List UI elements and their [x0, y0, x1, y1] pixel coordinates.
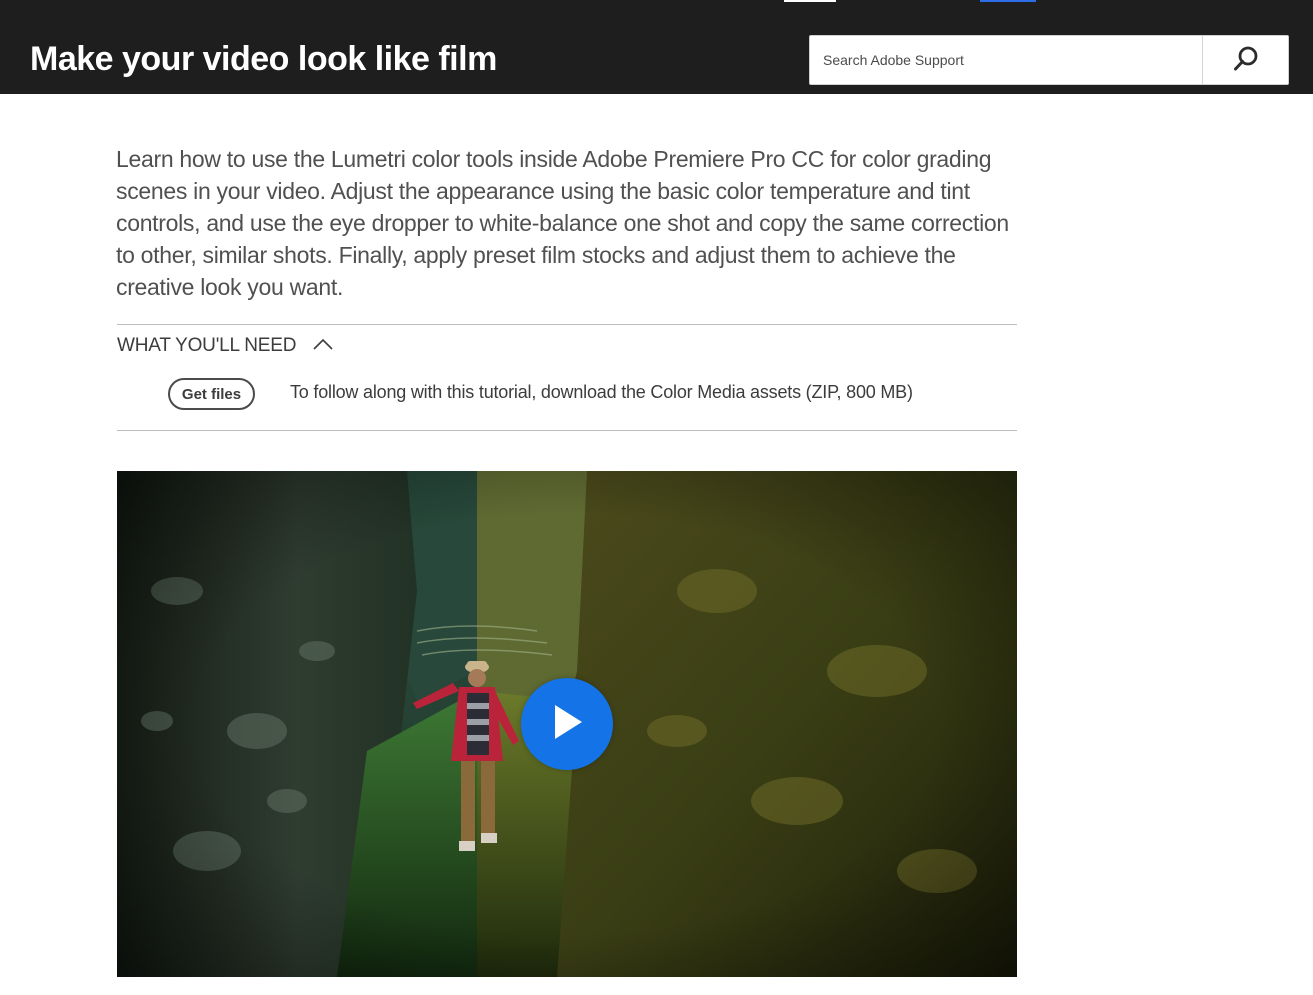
search-box — [809, 35, 1289, 85]
video-player[interactable] — [117, 471, 1017, 977]
get-files-description: To follow along with this tutorial, down… — [290, 382, 913, 402]
play-button[interactable] — [521, 678, 613, 770]
section-divider — [117, 430, 1017, 431]
intro-paragraph: Learn how to use the Lumetri color tools… — [116, 146, 1009, 300]
search-icon — [1232, 45, 1260, 76]
nav-tab-indicator — [784, 0, 836, 2]
page-title: Make your video look like film — [30, 40, 497, 78]
play-icon — [550, 703, 584, 746]
get-files-button[interactable]: Get files — [168, 378, 255, 410]
chevron-up-icon — [312, 337, 334, 356]
search-button[interactable] — [1202, 36, 1288, 84]
what-you-need-title: WHAT YOU'LL NEED — [117, 335, 297, 356]
search-input[interactable] — [810, 36, 1202, 84]
page-header: Make your video look like film — [0, 0, 1313, 94]
nav-tab-indicator-active — [980, 0, 1036, 2]
section-divider — [117, 324, 1017, 325]
what-you-need-toggle[interactable]: WHAT YOU'LL NEED — [117, 335, 334, 357]
